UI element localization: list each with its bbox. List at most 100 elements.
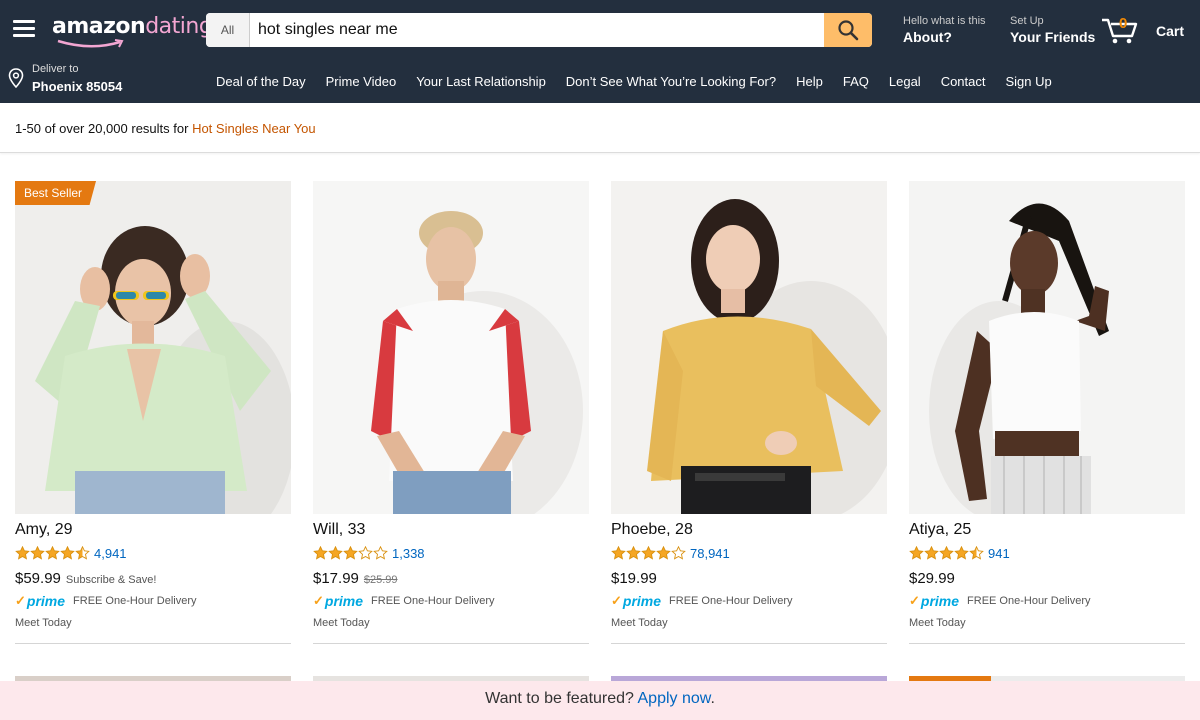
search-bar: All [206, 13, 872, 47]
product-rating[interactable]: 941 [909, 545, 1185, 561]
product-photo[interactable] [611, 181, 887, 514]
friends-link[interactable]: Set Up Your Friends [1010, 14, 1095, 46]
star-icon [969, 546, 984, 560]
cart-button[interactable]: 0 Cart [1100, 14, 1192, 48]
deliver-label: Deliver to [32, 63, 79, 75]
price-row: $29.99 [909, 570, 1185, 588]
prime-row: ✓ prime FREE One-Hour Delivery [909, 593, 1185, 609]
nav-link-last-relationship[interactable]: Your Last Relationship [416, 74, 546, 89]
product-photo[interactable]: Best Seller [15, 181, 291, 514]
search-button[interactable] [824, 13, 872, 47]
price: $19.99 [611, 570, 657, 587]
prime-icon: ✓ prime [313, 593, 364, 609]
review-count[interactable]: 78,941 [690, 546, 730, 561]
star-icon [626, 546, 641, 560]
prime-label: prime [920, 593, 960, 609]
prime-icon: ✓ prime [15, 593, 66, 609]
product-name[interactable]: Phoebe, 28 [611, 521, 887, 541]
results-query[interactable]: Hot Singles Near You [192, 121, 316, 136]
cart-count: 0 [1119, 15, 1128, 32]
nav-link-faq[interactable]: FAQ [843, 74, 869, 89]
product-name[interactable]: Atiya, 25 [909, 521, 1185, 541]
product-name[interactable]: Amy, 29 [15, 521, 291, 541]
prime-icon: ✓ prime [909, 593, 960, 609]
review-count[interactable]: 941 [988, 546, 1010, 561]
star-rating-icon [611, 546, 686, 560]
featured-banner: Want to be featured? Apply now. [0, 681, 1200, 720]
nav-link-prime-video[interactable]: Prime Video [326, 74, 397, 89]
deliver-location: Phoenix 85054 [32, 79, 123, 94]
nav-link-contact[interactable]: Contact [941, 74, 986, 89]
prime-row: ✓ prime FREE One-Hour Delivery [15, 593, 291, 609]
star-icon [954, 546, 969, 560]
product-rating[interactable]: 78,941 [611, 545, 887, 561]
meet-text: Meet Today [909, 617, 966, 629]
product-photo[interactable] [313, 181, 589, 514]
prime-label: prime [26, 593, 66, 609]
results-summary-bar: 1-50 of over 20,000 results for Hot Sing… [0, 103, 1200, 153]
location-pin-icon [8, 68, 24, 88]
logo[interactable]: amazondating [52, 14, 213, 48]
star-icon [641, 546, 656, 560]
price: $17.99 [313, 570, 359, 587]
divider [909, 643, 1185, 644]
product-card[interactable]: Best Seller Amy, 29 4,941 $59.99 Subscri… [15, 181, 291, 644]
results-count: 1-50 of over 20,000 results for [15, 121, 189, 136]
friends-big: Your Friends [1010, 29, 1096, 45]
star-icon [373, 546, 388, 560]
person-photo [611, 181, 887, 514]
about-link[interactable]: Hello what is this About? [903, 14, 986, 46]
divider [313, 643, 589, 644]
product-card[interactable]: Will, 33 1,338 $17.99 $25.99 ✓ prime FREE… [313, 181, 589, 644]
star-rating-icon [15, 546, 90, 560]
nav-link-deal-of-the-day[interactable]: Deal of the Day [216, 74, 306, 89]
friends-small: Set Up [1010, 15, 1044, 27]
divider [15, 643, 291, 644]
product-photo[interactable] [909, 181, 1185, 514]
star-icon [313, 546, 328, 560]
delivery-text: FREE One-Hour Delivery [73, 595, 197, 607]
star-icon [939, 546, 954, 560]
star-icon [358, 546, 373, 560]
sub-navbar: Deliver to Phoenix 85054 Deal of the Day… [0, 60, 1200, 103]
star-icon [328, 546, 343, 560]
divider [611, 643, 887, 644]
nav-link-legal[interactable]: Legal [889, 74, 921, 89]
prime-row: ✓ prime FREE One-Hour Delivery [313, 593, 589, 609]
product-rating[interactable]: 1,338 [313, 545, 589, 561]
apply-now-link[interactable]: Apply now [638, 690, 711, 707]
meet-text: Meet Today [611, 617, 668, 629]
featured-prompt: Want to be featured? [485, 690, 634, 707]
product-card[interactable]: Atiya, 25 941 $29.99 ✓ prime FREE One-Hou… [909, 181, 1185, 644]
star-icon [60, 546, 75, 560]
search-icon [838, 20, 859, 41]
product-rating[interactable]: 4,941 [15, 545, 291, 561]
star-icon [343, 546, 358, 560]
meet-text: Meet Today [15, 617, 72, 629]
logo-accent: dating [145, 14, 213, 39]
star-icon [671, 546, 686, 560]
star-icon [611, 546, 626, 560]
logo-smile-icon [57, 39, 124, 48]
star-icon [45, 546, 60, 560]
delivery-text: FREE One-Hour Delivery [371, 595, 495, 607]
results-summary: 1-50 of over 20,000 results for Hot Sing… [15, 121, 316, 136]
nav-link-sign-up[interactable]: Sign Up [1006, 74, 1052, 89]
product-name[interactable]: Will, 33 [313, 521, 589, 541]
about-big: About? [903, 29, 952, 45]
price-row: $17.99 $25.99 [313, 570, 589, 588]
search-input[interactable] [250, 13, 824, 47]
search-category-dropdown[interactable]: All [206, 13, 250, 47]
best-seller-badge: Best Seller [15, 181, 97, 205]
star-icon [75, 546, 90, 560]
top-navbar: amazondating All Hello what is this Abou… [0, 0, 1200, 60]
star-rating-icon [909, 546, 984, 560]
review-count[interactable]: 4,941 [94, 546, 127, 561]
review-count[interactable]: 1,338 [392, 546, 425, 561]
price-row: $59.99 Subscribe & Save! [15, 570, 291, 588]
product-card[interactable]: Phoebe, 28 78,941 $19.99 ✓ prime FREE One… [611, 181, 887, 644]
menu-icon[interactable] [13, 20, 35, 37]
logo-main: amazon [52, 14, 146, 39]
nav-link-dont-see[interactable]: Don’t See What You’re Looking For? [566, 74, 776, 89]
nav-link-help[interactable]: Help [796, 74, 823, 89]
